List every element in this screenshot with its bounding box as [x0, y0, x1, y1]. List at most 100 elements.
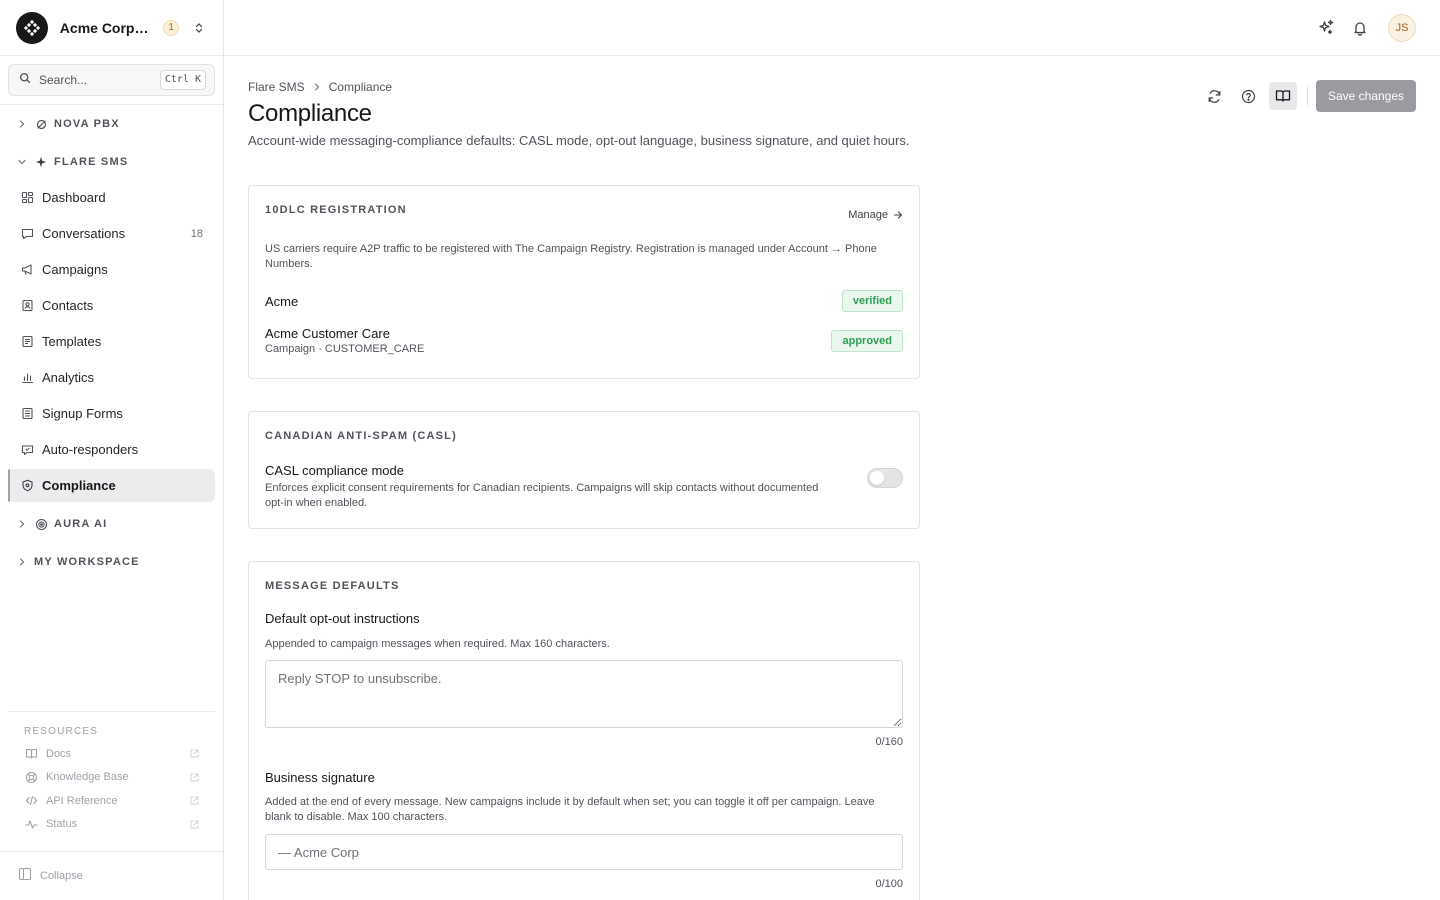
sidebar-item-label: Templates [42, 334, 102, 349]
campaign-row: Acme Customer Care Campaign · CUSTOMER_C… [265, 326, 903, 355]
resource-link-api-reference[interactable]: API Reference [8, 789, 215, 813]
status-badge: verified [841, 290, 903, 312]
registration-card: 10DLC REGISTRATION Manage US carriers re… [248, 185, 920, 379]
page-actions: Save changes [1195, 80, 1416, 112]
nav-group-label: NOVA PBX [54, 118, 120, 130]
lifebuoy-icon [24, 770, 38, 784]
sidebar-item-label: Compliance [42, 478, 116, 493]
save-button[interactable]: Save changes [1315, 80, 1416, 112]
sidebar-item-dashboard[interactable]: Dashboard [8, 181, 215, 214]
nav-group-flare-sms[interactable]: FLARE SMS [0, 143, 223, 181]
sidebar-item-contacts[interactable]: Contacts [8, 289, 215, 322]
auto-reply-icon [20, 443, 34, 457]
optout-label: Default opt-out instructions [265, 611, 420, 626]
collapse-label: Collapse [40, 870, 83, 882]
signature-input[interactable] [265, 834, 903, 870]
sidebar-item-compliance[interactable]: Compliance [8, 469, 215, 502]
casl-option-description: Enforces explicit consent requirements f… [265, 482, 819, 509]
user-avatar[interactable]: JS [1388, 13, 1416, 42]
org-switcher[interactable]: Acme Corporation 1 [0, 0, 223, 56]
activity-icon [24, 817, 38, 831]
resource-label: Knowledge Base [46, 771, 129, 784]
toolbar-divider [1306, 87, 1308, 105]
nav-group-label: MY WORKSPACE [34, 556, 140, 568]
message-defaults-title: MESSAGE DEFAULTS [265, 580, 400, 592]
ai-sparkles-icon[interactable] [1314, 16, 1338, 40]
book-icon [24, 747, 38, 761]
sidebar-item-auto-responders[interactable]: Auto-responders [8, 433, 215, 466]
external-link-icon [189, 796, 199, 806]
casl-toggle[interactable] [867, 468, 903, 488]
campaign-meta: Campaign · CUSTOMER_CARE [265, 343, 425, 355]
sidebar-item-analytics[interactable]: Analytics [8, 361, 215, 394]
signature-help: Added at the end of every message. New c… [265, 796, 875, 823]
dashboard-icon [20, 191, 34, 205]
search-button[interactable]: Search... Ctrl K [8, 64, 215, 96]
sidebar-item-label: Dashboard [42, 190, 106, 205]
template-icon [20, 335, 34, 349]
external-link-icon [189, 772, 199, 782]
page-subtitle: Account-wide messaging-compliance defaul… [248, 133, 910, 148]
casl-card: CANADIAN ANTI-SPAM (CASL) CASL complianc… [248, 411, 920, 529]
megaphone-icon [20, 263, 34, 277]
external-link-icon [189, 819, 199, 829]
chevron-right-icon [16, 518, 28, 530]
campaign-name: Acme Customer Care [265, 326, 390, 341]
top-bar: JS [224, 0, 1440, 56]
collapse-sidebar-button[interactable]: Collapse [0, 851, 223, 900]
help-icon[interactable] [1235, 82, 1263, 110]
manage-link[interactable]: Manage [848, 209, 903, 221]
sidebar-item-label: Signup Forms [42, 406, 123, 421]
sidebar-item-campaigns[interactable]: Campaigns [8, 253, 215, 286]
refresh-icon[interactable] [1201, 82, 1229, 110]
sidebar-item-signup-forms[interactable]: Signup Forms [8, 397, 215, 430]
message-defaults-card: MESSAGE DEFAULTS Default opt-out instruc… [248, 561, 920, 900]
brand-row: Acme verified [265, 290, 903, 312]
optout-counter: 0/160 [875, 736, 903, 748]
breadcrumb-parent-link[interactable]: Flare SMS [248, 80, 305, 94]
status-badge: approved [831, 329, 903, 352]
resource-label: Status [46, 818, 78, 831]
resources-section: RESOURCES Docs Knowledge Base API Refere… [8, 711, 215, 836]
breadcrumb-current: Compliance [328, 80, 393, 94]
arrow-right-icon [893, 211, 903, 219]
nav-group-my-workspace[interactable]: MY WORKSPACE [0, 543, 223, 581]
nav-group-aura-ai[interactable]: AURA AI [0, 505, 223, 543]
sidebar-item-label: Conversations [42, 226, 126, 241]
chat-icon [20, 227, 34, 241]
chevron-updown-icon[interactable] [191, 20, 207, 36]
sidebar-item-conversations[interactable]: Conversations 18 [8, 217, 215, 250]
nav-group-nova-pbx[interactable]: NOVA PBX [0, 105, 223, 143]
bar-chart-icon [20, 371, 34, 385]
page-title: Compliance [248, 100, 372, 127]
casl-title: CANADIAN ANTI-SPAM (CASL) [265, 430, 457, 442]
search-label: Search... [39, 73, 88, 87]
chevron-right-icon [16, 118, 28, 130]
optout-help: Appended to campaign messages when requi… [265, 638, 610, 650]
brand-name: Acme [265, 293, 299, 309]
org-logo [16, 11, 48, 44]
registration-description: US carriers require A2P traffic to be re… [265, 243, 877, 270]
sidebar-item-templates[interactable]: Templates [8, 325, 215, 358]
bell-icon[interactable] [1348, 16, 1372, 40]
code-icon [24, 794, 38, 808]
sparkle-icon [34, 155, 48, 169]
nav-group-label: FLARE SMS [54, 156, 129, 168]
resource-link-status[interactable]: Status [8, 813, 215, 837]
search-icon [19, 71, 31, 89]
signature-counter: 0/100 [875, 878, 903, 890]
sidebar-item-label: Campaigns [42, 262, 108, 277]
book-open-icon[interactable] [1268, 82, 1297, 110]
sidebar: Acme Corporation 1 Search... Ctrl K NOVA… [0, 0, 224, 900]
sidebar-collapse-icon [18, 867, 32, 886]
contact-card-icon [20, 299, 34, 313]
chevron-right-icon [16, 556, 28, 568]
resources-title: RESOURCES [24, 726, 99, 737]
pbx-icon [34, 117, 48, 131]
optout-textarea[interactable] [265, 660, 903, 728]
resource-link-docs[interactable]: Docs [8, 742, 215, 766]
ai-icon [34, 517, 48, 531]
manage-label: Manage [848, 209, 888, 221]
resource-label: Docs [46, 747, 72, 760]
resource-link-knowledge-base[interactable]: Knowledge Base [8, 766, 215, 790]
